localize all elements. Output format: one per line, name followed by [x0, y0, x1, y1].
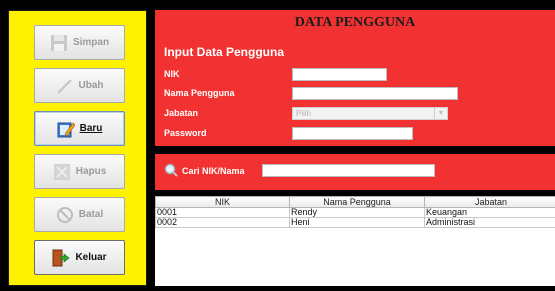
cell-jabatan[interactable]: Keuangan: [424, 207, 555, 218]
jabatan-selected-value: Pilih: [296, 109, 312, 118]
user-table[interactable]: NIK Nama Pengguna Jabatan 0001 Rendy Keu…: [155, 196, 555, 286]
cell-nik[interactable]: 0001: [155, 207, 290, 218]
section-title: Input Data Pengguna: [164, 45, 284, 59]
baru-label: Baru: [79, 123, 103, 134]
cell-jabatan[interactable]: Administrasi: [424, 217, 555, 228]
action-sidebar: Simpan Ubah Baru Hapus Batal Keluar: [8, 10, 147, 286]
nama-field[interactable]: [292, 87, 458, 100]
search-icon: [164, 163, 178, 179]
table-row[interactable]: 0001 Rendy Keuangan: [155, 207, 555, 218]
column-header-nama[interactable]: Nama Pengguna: [289, 196, 425, 208]
floppy-disk-icon: [50, 34, 68, 52]
simpan-button[interactable]: Simpan: [34, 25, 125, 60]
pencil-icon: [56, 77, 74, 95]
column-header-jabatan[interactable]: Jabatan: [424, 196, 555, 208]
batal-label: Batal: [78, 209, 104, 220]
batal-button[interactable]: Batal: [34, 197, 125, 232]
password-label: Password: [164, 128, 207, 138]
baru-button[interactable]: Baru: [34, 111, 125, 146]
page-title: DATA PENGGUNA: [294, 15, 416, 30]
keluar-label: Keluar: [75, 252, 107, 263]
table-header-row: NIK Nama Pengguna Jabatan: [155, 196, 555, 208]
delete-icon: [53, 163, 71, 181]
input-panel: DATA PENGGUNA Input Data Pengguna NIK Na…: [155, 10, 555, 146]
hapus-label: Hapus: [75, 166, 107, 177]
password-field[interactable]: [292, 127, 413, 140]
hapus-button[interactable]: Hapus: [34, 154, 125, 189]
nik-field[interactable]: [292, 68, 387, 81]
column-header-nik[interactable]: NIK: [155, 196, 290, 208]
jabatan-select[interactable]: Pilih ▼: [292, 107, 448, 120]
jabatan-label: Jabatan: [164, 108, 199, 118]
table-row[interactable]: 0002 Heni Administrasi: [155, 217, 555, 228]
cell-nik[interactable]: 0002: [155, 217, 290, 228]
chevron-down-icon: ▼: [434, 108, 447, 119]
search-input[interactable]: [262, 164, 435, 177]
keluar-button[interactable]: Keluar: [34, 240, 125, 275]
ubah-button[interactable]: Ubah: [34, 68, 125, 103]
cell-nama[interactable]: Heni: [289, 217, 425, 228]
nama-label: Nama Pengguna: [164, 88, 235, 98]
new-document-icon: [57, 120, 75, 138]
exit-door-icon: [52, 249, 70, 267]
search-panel: Cari NIK/Nama: [155, 154, 555, 190]
nik-label: NIK: [164, 69, 180, 79]
cancel-icon: [56, 206, 74, 224]
search-label: Cari NIK/Nama: [182, 166, 245, 176]
cell-nama[interactable]: Rendy: [289, 207, 425, 218]
ubah-label: Ubah: [78, 80, 104, 91]
simpan-label: Simpan: [72, 37, 110, 48]
search-label-group: Cari NIK/Nama: [164, 163, 245, 179]
